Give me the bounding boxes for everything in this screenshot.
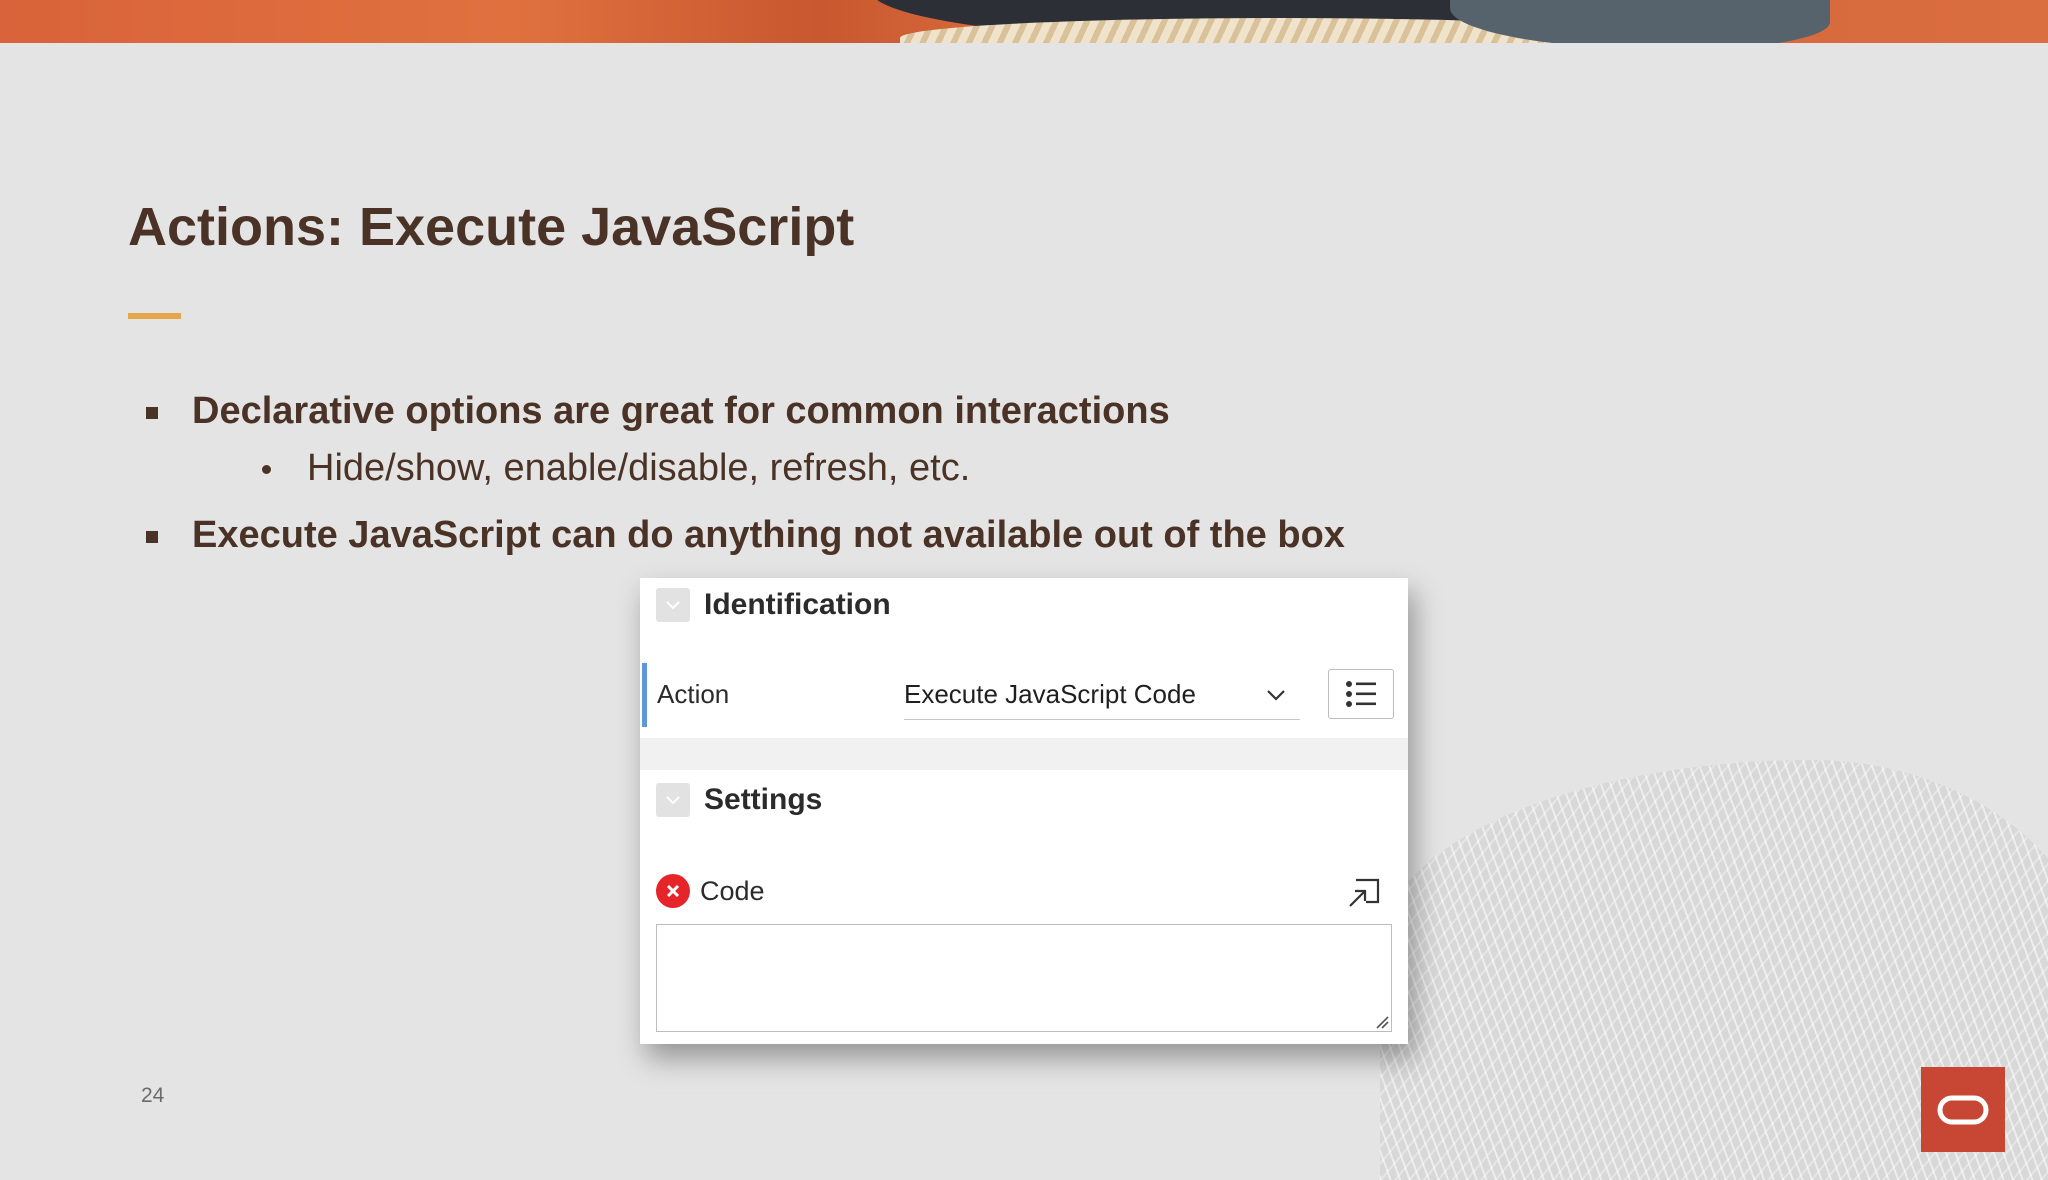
chevron-down-icon [1267,690,1285,701]
collapse-chevron-icon [666,796,680,805]
list-icon [1346,681,1376,707]
identification-title: Identification [704,588,891,621]
bullet-marker [146,407,158,419]
code-label: Code [700,876,765,906]
bullet-item: Declarative options are great for common… [192,390,1170,432]
collapse-chevron-icon [666,601,680,610]
code-editor[interactable] [656,924,1392,1032]
expand-icon[interactable] [1344,870,1384,910]
code-row: Code [640,868,1408,912]
resize-grip-icon[interactable] [1373,1013,1389,1029]
settings-collapse-button[interactable] [656,783,690,817]
title-accent-line [128,313,181,319]
error-icon [656,874,690,908]
focus-indicator [642,663,647,727]
settings-section-header: Settings [656,782,822,818]
action-row: Action Execute JavaScript Code [640,663,1408,727]
top-banner [0,0,2048,43]
list-of-values-button[interactable] [1328,669,1394,719]
identification-section-header: Identification [656,587,891,623]
page-number: 24 [141,1084,165,1107]
slide-title: Actions: Execute JavaScript [128,197,855,257]
settings-title: Settings [704,783,823,816]
identification-collapse-button[interactable] [656,588,690,622]
sub-bullet-item: Hide/show, enable/disable, refresh, etc. [307,447,971,489]
sub-bullet-marker [262,465,271,474]
bullet-marker [146,531,158,543]
action-select-value: Execute JavaScript Code [904,679,1196,709]
property-editor-panel: Identification Action Execute JavaScript… [640,578,1408,1044]
section-divider [640,738,1408,770]
action-select[interactable]: Execute JavaScript Code [904,669,1300,720]
action-label: Action [657,679,730,709]
bullet-item: Execute JavaScript can do anything not a… [192,514,1345,556]
oracle-logo-icon [1921,1067,2005,1152]
